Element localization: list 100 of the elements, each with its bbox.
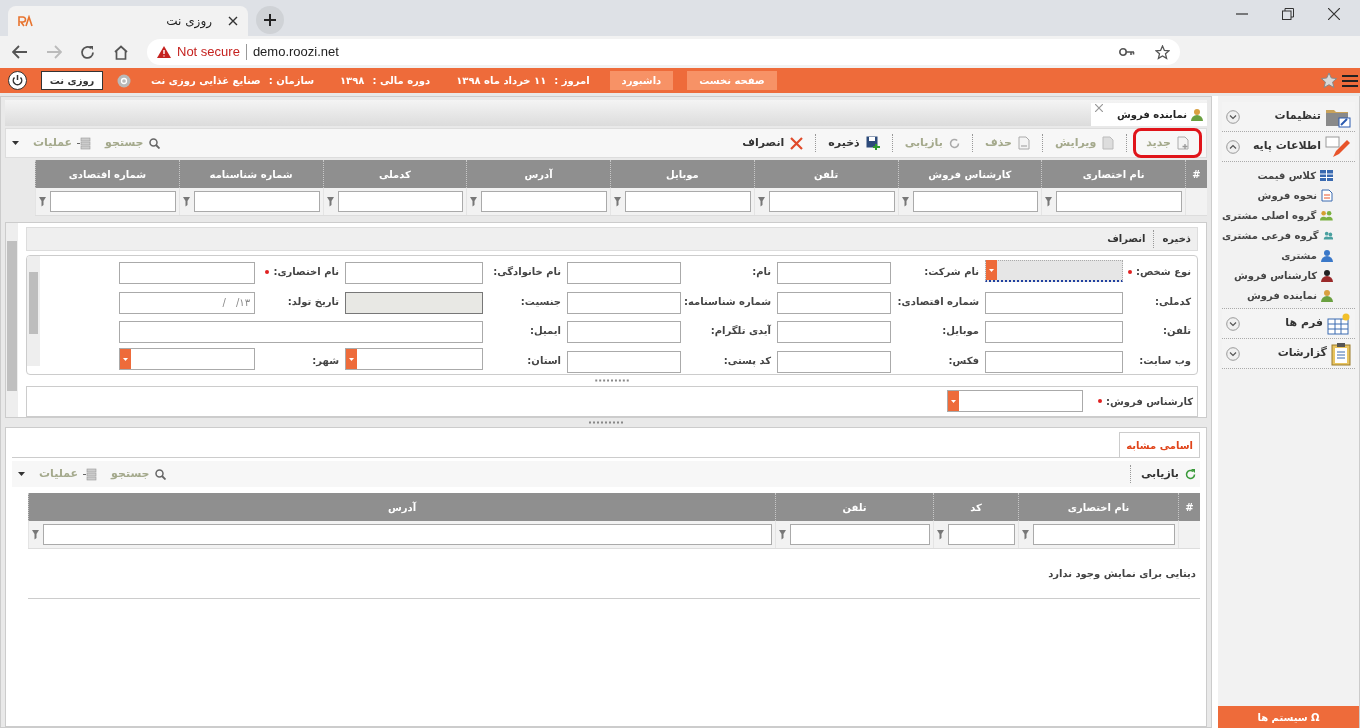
filter-icon[interactable] — [1022, 529, 1029, 540]
input-field[interactable] — [567, 291, 681, 314]
input-field[interactable] — [777, 262, 891, 285]
star-icon[interactable] — [1320, 72, 1338, 89]
filter-icon[interactable] — [470, 196, 478, 207]
filter-icon[interactable] — [32, 529, 39, 540]
form-action-button[interactable]: ذخیره — [1160, 231, 1193, 247]
filter-field[interactable] — [625, 191, 751, 212]
app-logo-icon — [18, 15, 34, 27]
input-field[interactable] — [985, 321, 1123, 344]
form-action-button[interactable]: انصراف — [1105, 231, 1148, 247]
field-label: شماره شناسنامه: — [683, 294, 771, 309]
search-icon — [148, 137, 160, 149]
filter-icon[interactable] — [326, 196, 334, 207]
filter-icon[interactable] — [937, 529, 944, 540]
person-icon — [1321, 268, 1333, 282]
back-icon[interactable] — [12, 45, 28, 59]
filter-icon[interactable] — [779, 529, 786, 540]
info-label: امروز : — [554, 74, 590, 88]
address-bar[interactable]: Not secure demo.roozi.net — [147, 39, 1180, 65]
input-field[interactable] — [567, 321, 681, 344]
forward-icon[interactable] — [46, 45, 62, 59]
filter-field[interactable] — [43, 524, 772, 545]
cancel-button[interactable]: انصراف — [736, 132, 810, 154]
input-field[interactable] — [567, 350, 681, 373]
splitter-handle[interactable] — [595, 378, 629, 382]
panel-tab[interactable]: اسامی مشابه — [1119, 432, 1200, 457]
filter-field[interactable] — [481, 191, 607, 212]
input-field[interactable] — [777, 291, 891, 314]
input-field[interactable] — [985, 350, 1123, 373]
field-label: نوع شخص: — [1135, 265, 1191, 280]
close-icon[interactable] — [228, 16, 238, 26]
sidebar-item[interactable]: گروه فرعی مشتری — [1222, 225, 1355, 245]
star-icon[interactable] — [1155, 44, 1170, 60]
caret-icon[interactable] — [18, 472, 25, 476]
filter-field[interactable] — [50, 191, 176, 212]
new-tab-button[interactable] — [256, 6, 284, 34]
user-name[interactable]: روزی نت — [41, 71, 103, 90]
filter-icon[interactable] — [182, 196, 190, 207]
empty-message: دیتایی برای نمایش وجود ندارد — [1048, 567, 1196, 581]
sidebar-item[interactable]: کلاس قیمت — [1222, 165, 1355, 185]
reload-icon[interactable] — [80, 44, 95, 60]
close-icon[interactable] — [1328, 8, 1340, 20]
edit-document-icon — [1102, 136, 1115, 150]
filter-field[interactable] — [768, 191, 895, 212]
sidebar-item[interactable]: نماینده فروش — [1222, 285, 1355, 305]
sidebar-item[interactable]: نحوه فروش — [1222, 185, 1355, 205]
input-field[interactable] — [985, 291, 1123, 314]
filter-field[interactable] — [790, 524, 930, 545]
clipboard-icon — [1331, 341, 1351, 366]
input-field[interactable] — [777, 321, 891, 344]
document-icon — [1321, 188, 1333, 202]
home-icon[interactable] — [113, 44, 129, 60]
sidebar-item[interactable]: مشتری — [1222, 245, 1355, 265]
field-label: تلفن: — [1162, 324, 1191, 339]
input-field[interactable] — [345, 291, 483, 314]
save-button[interactable]: ذخیره — [822, 132, 886, 154]
url-text: demo.roozi.net — [252, 43, 340, 62]
dropdown-field[interactable] — [345, 348, 483, 371]
filter-field[interactable] — [1056, 191, 1182, 212]
filter-field[interactable] — [337, 191, 464, 212]
sidebar-item[interactable]: گروه اصلی مشتری — [1222, 205, 1355, 225]
caret-icon[interactable] — [12, 141, 19, 145]
field-label: کارشناس فروش: — [1105, 394, 1193, 409]
filter-icon[interactable] — [901, 196, 909, 207]
key-icon[interactable] — [1119, 47, 1135, 57]
people-icon — [1320, 208, 1333, 222]
person-icon — [1191, 108, 1203, 121]
filter-field[interactable] — [948, 524, 1015, 545]
filter-icon[interactable] — [614, 196, 621, 207]
restore-icon[interactable] — [1282, 8, 1294, 20]
field-label: استان: — [527, 353, 561, 368]
filter-icon[interactable] — [1045, 196, 1053, 207]
browser-tab[interactable]: روزی نت — [8, 6, 248, 36]
filter-field[interactable] — [912, 191, 1039, 212]
field-label: ایمیل: — [530, 324, 561, 339]
power-icon[interactable] — [8, 71, 27, 90]
splitter-handle[interactable] — [589, 421, 623, 424]
filter-icon[interactable] — [757, 196, 765, 207]
sidebar-item[interactable]: کارشناس فروش — [1222, 265, 1355, 285]
input-field[interactable] — [119, 262, 255, 285]
refresh-button[interactable]: بازیابی — [1136, 465, 1200, 483]
field-label: شهر: — [312, 353, 339, 368]
gear-icon[interactable] — [117, 73, 131, 88]
info-label: دوره مالی : — [372, 74, 431, 88]
dropdown-field[interactable] — [119, 348, 255, 371]
input-field[interactable] — [119, 321, 483, 344]
page-tab[interactable]: نماینده فروش — [1091, 103, 1207, 126]
filter-icon[interactable] — [39, 196, 46, 207]
input-field[interactable] — [777, 350, 891, 373]
input-field[interactable] — [345, 262, 483, 285]
dropdown-field[interactable] — [947, 390, 1083, 413]
input-field[interactable]: __/__/۱۳ — [119, 291, 255, 314]
filter-field[interactable] — [193, 191, 320, 212]
input-field[interactable] — [567, 262, 681, 285]
field-label: شماره اقتصادی: — [897, 294, 979, 309]
filter-field[interactable] — [1033, 524, 1175, 545]
field-label: فکس: — [948, 353, 979, 368]
dropdown-field[interactable] — [985, 259, 1123, 282]
menu-icon[interactable] — [1342, 73, 1358, 88]
